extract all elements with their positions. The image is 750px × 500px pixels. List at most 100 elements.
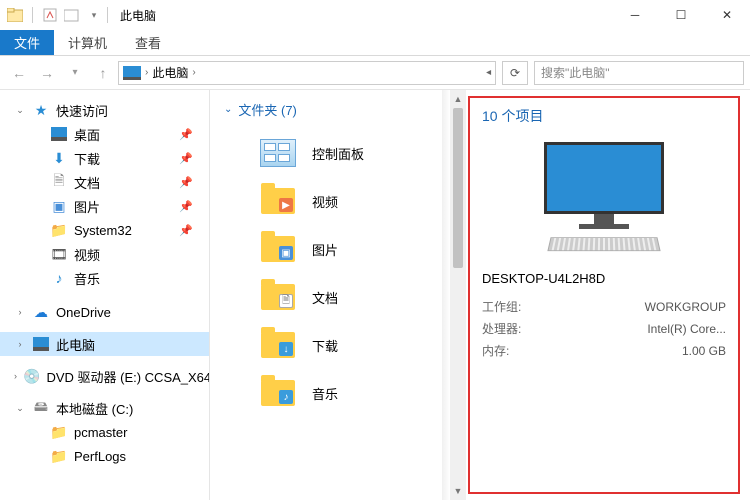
pictures-folder-icon: ▣ — [258, 231, 298, 267]
close-button[interactable]: ✕ — [704, 0, 750, 30]
sidebar-item-desktop[interactable]: 桌面 📌 — [0, 122, 209, 146]
scroll-down-icon[interactable]: ▼ — [450, 482, 466, 500]
up-button[interactable]: ↑ — [90, 60, 116, 86]
new-folder-icon[interactable] — [63, 6, 81, 24]
sidebar-item-pictures[interactable]: ▣ 图片 📌 — [0, 194, 209, 218]
music-icon: ♪ — [50, 270, 68, 286]
main-area: ⌄ ★ 快速访问 桌面 📌 ⬇ 下载 📌 🗎 文档 📌 ▣ 图片 📌 — [0, 90, 750, 500]
search-placeholder: 搜索"此电脑" — [541, 64, 610, 81]
videos-folder-icon: ▶ — [258, 183, 298, 219]
item-control-panel[interactable]: 控制面板 — [224, 129, 428, 177]
address-bar-row: ← → ▾ ↑ › 此电脑 › ▾ ⟳ 搜索"此电脑" — [0, 56, 750, 90]
item-documents[interactable]: 🗎 文档 — [224, 273, 428, 321]
keyboard-image — [547, 237, 660, 251]
scrollbar-shadow — [442, 90, 450, 500]
tab-view[interactable]: 查看 — [121, 30, 175, 55]
this-pc-icon — [123, 66, 141, 80]
sidebar-localdisk-c[interactable]: ⌄ 🖴 本地磁盘 (C:) — [0, 396, 209, 420]
expand-icon[interactable]: ⌄ — [14, 403, 26, 414]
sidebar-item-videos[interactable]: 🎞 视频 — [0, 242, 209, 266]
expand-icon[interactable]: ⌄ — [14, 105, 26, 116]
separator — [32, 7, 33, 23]
sidebar-item-perflogs[interactable]: 📁 PerfLogs — [0, 444, 209, 468]
expand-icon[interactable]: › — [14, 371, 17, 381]
pin-icon: 📌 — [179, 176, 193, 189]
sidebar-dvd[interactable]: › 💿 DVD 驱动器 (E:) CCSA_X64 — [0, 364, 209, 388]
sidebar-item-music[interactable]: ♪ 音乐 — [0, 266, 209, 290]
search-input[interactable]: 搜索"此电脑" — [534, 61, 744, 85]
ribbon-tabs: 文件 计算机 查看 — [0, 30, 750, 56]
downloads-icon: ⬇ — [50, 150, 68, 166]
content-scrollbar[interactable]: ▲ ▼ — [450, 90, 466, 500]
tab-file[interactable]: 文件 — [0, 30, 54, 55]
sidebar-item-system32[interactable]: 📁 System32 📌 — [0, 218, 209, 242]
file-list[interactable]: ⌄ 文件夹 (7) 控制面板 ▶ 视频 ▣ 图片 — [210, 90, 442, 500]
computer-name: DESKTOP-U4L2H8D — [482, 271, 726, 286]
cloud-icon: ☁ — [32, 304, 50, 320]
downloads-folder-icon: ↓ — [258, 327, 298, 363]
scroll-up-icon[interactable]: ▲ — [450, 90, 466, 108]
prop-memory: 内存: 1.00 GB — [482, 340, 726, 362]
item-pictures[interactable]: ▣ 图片 — [224, 225, 428, 273]
recent-dropdown-icon[interactable]: ▾ — [62, 60, 88, 86]
this-pc-icon — [32, 336, 50, 352]
maximize-button[interactable]: ☐ — [658, 0, 704, 30]
chevron-right-icon: › — [145, 67, 148, 78]
control-panel-icon — [258, 135, 298, 171]
title-bar: ▾ 此电脑 ─ ☐ ✕ — [0, 0, 750, 30]
sidebar-quickaccess[interactable]: ⌄ ★ 快速访问 — [0, 98, 209, 122]
window-controls: ─ ☐ ✕ — [612, 0, 750, 30]
star-icon: ★ — [32, 102, 50, 118]
expand-icon[interactable]: › — [14, 307, 26, 317]
chevron-right-icon: › — [192, 67, 195, 78]
refresh-button[interactable]: ⟳ — [502, 61, 528, 85]
properties-icon[interactable] — [41, 6, 59, 24]
tab-computer[interactable]: 计算机 — [54, 30, 121, 55]
folder-icon: 📁 — [50, 448, 68, 464]
separator — [107, 7, 108, 23]
item-downloads[interactable]: ↓ 下载 — [224, 321, 428, 369]
breadcrumb-location[interactable]: 此电脑 — [152, 64, 188, 81]
desktop-icon — [50, 126, 68, 142]
pin-icon: 📌 — [179, 128, 193, 141]
item-videos[interactable]: ▶ 视频 — [224, 177, 428, 225]
breadcrumb-dropdown-icon[interactable]: ▾ — [483, 70, 494, 75]
content-area: ⌄ 文件夹 (7) 控制面板 ▶ 视频 ▣ 图片 — [210, 90, 750, 500]
drive-icon: 🖴 — [32, 400, 50, 416]
minimize-button[interactable]: ─ — [612, 0, 658, 30]
qat-dropdown-icon[interactable]: ▾ — [85, 6, 103, 24]
pictures-icon: ▣ — [50, 198, 68, 214]
explorer-icon — [6, 6, 24, 24]
pin-icon: 📌 — [179, 224, 193, 237]
details-header: 10 个项目 — [482, 106, 726, 126]
documents-icon: 🗎 — [50, 174, 68, 190]
folder-icon: 📁 — [50, 222, 68, 238]
folder-icon: 📁 — [50, 424, 68, 440]
pin-icon: 📌 — [179, 152, 193, 165]
disc-icon: 💿 — [23, 368, 40, 384]
window-title: 此电脑 — [120, 7, 156, 24]
prop-workgroup: 工作组: WORKGROUP — [482, 296, 726, 318]
documents-folder-icon: 🗎 — [258, 279, 298, 315]
sidebar-item-pcmaster[interactable]: 📁 pcmaster — [0, 420, 209, 444]
sidebar-onedrive[interactable]: › ☁ OneDrive — [0, 300, 209, 324]
group-header-folders[interactable]: ⌄ 文件夹 (7) — [224, 100, 428, 119]
pin-icon: 📌 — [179, 200, 193, 213]
sidebar-item-documents[interactable]: 🗎 文档 📌 — [0, 170, 209, 194]
prop-processor: 处理器: Intel(R) Core... — [482, 318, 726, 340]
navigation-pane[interactable]: ⌄ ★ 快速访问 桌面 📌 ⬇ 下载 📌 🗎 文档 📌 ▣ 图片 📌 — [0, 90, 210, 500]
computer-image — [544, 142, 664, 229]
forward-button[interactable]: → — [34, 60, 60, 86]
details-pane: 10 个项目 DESKTOP-U4L2H8D 工作组: WORKGROUP 处理… — [468, 96, 740, 494]
sidebar-item-downloads[interactable]: ⬇ 下载 📌 — [0, 146, 209, 170]
breadcrumb[interactable]: › 此电脑 › ▾ — [118, 61, 496, 85]
music-folder-icon: ♪ — [258, 375, 298, 411]
chevron-down-icon: ⌄ — [224, 104, 232, 115]
quick-access-toolbar: ▾ — [0, 6, 103, 24]
item-music[interactable]: ♪ 音乐 — [224, 369, 428, 417]
back-button[interactable]: ← — [6, 60, 32, 86]
scroll-thumb[interactable] — [453, 108, 463, 268]
expand-icon[interactable]: › — [14, 339, 26, 349]
video-icon: 🎞 — [50, 246, 68, 262]
sidebar-thispc[interactable]: › 此电脑 — [0, 332, 209, 356]
